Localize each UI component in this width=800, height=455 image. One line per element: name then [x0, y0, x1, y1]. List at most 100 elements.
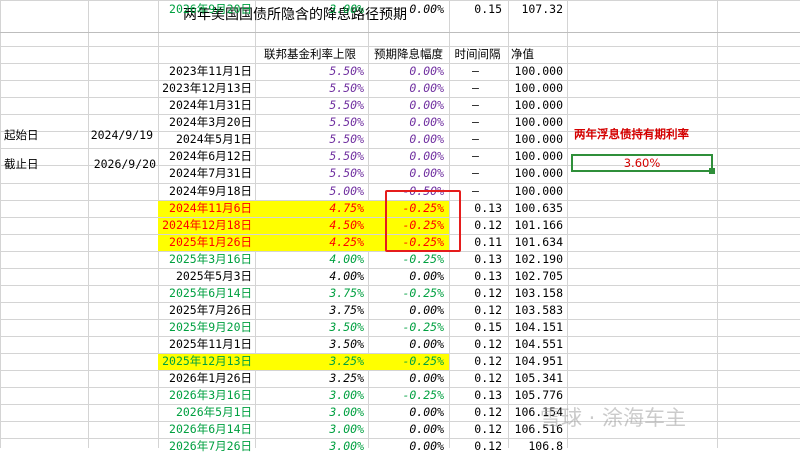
interval-cell[interactable]: 0.13	[449, 386, 502, 404]
nav-cell[interactable]: 100.000	[508, 79, 563, 97]
expected-cut-cell[interactable]: 0.00%	[368, 301, 444, 319]
nav-cell[interactable]: 103.583	[508, 301, 563, 319]
fed-rate-cell[interactable]: 5.50%	[255, 130, 364, 148]
interval-cell[interactable]: –	[449, 164, 502, 182]
interval-cell[interactable]: 0.12	[449, 369, 502, 387]
fed-rate-cell[interactable]: 5.50%	[255, 62, 364, 80]
fed-rate-cell[interactable]: 3.75%	[255, 301, 364, 319]
interval-cell[interactable]: 0.12	[449, 284, 502, 302]
date-cell[interactable]: 2025年5月3日	[158, 267, 252, 285]
expected-cut-cell[interactable]: 0.00%	[368, 164, 444, 182]
nav-cell[interactable]: 106.8	[508, 437, 563, 455]
fed-rate-cell[interactable]: 5.50%	[255, 147, 364, 165]
date-cell[interactable]: 2026年9月20日	[158, 0, 252, 18]
fed-rate-cell[interactable]: 4.75%	[255, 199, 364, 217]
nav-cell[interactable]: 100.000	[508, 96, 563, 114]
date-cell[interactable]: 2025年7月26日	[158, 301, 252, 319]
start-label[interactable]: 起始日	[4, 126, 88, 144]
expected-cut-cell[interactable]: 0.00%	[368, 62, 444, 80]
nav-cell[interactable]: 100.000	[508, 164, 563, 182]
nav-cell[interactable]: 100.000	[508, 147, 563, 165]
expected-cut-cell[interactable]: 0.00%	[368, 0, 444, 18]
interval-cell[interactable]: 0.12	[449, 301, 502, 319]
fed-rate-cell[interactable]: 3.00%	[255, 386, 364, 404]
fed-rate-cell[interactable]: 5.00%	[255, 182, 364, 200]
interval-cell[interactable]: 0.12	[449, 403, 502, 421]
expected-cut-cell[interactable]: 0.00%	[368, 369, 444, 387]
nav-cell[interactable]: 104.151	[508, 318, 563, 336]
expected-cut-cell[interactable]: -0.25%	[368, 352, 444, 370]
date-cell[interactable]: 2025年1月26日	[158, 233, 252, 251]
date-cell[interactable]: 2025年6月14日	[158, 284, 252, 302]
date-cell[interactable]: 2025年11月1日	[158, 335, 252, 353]
fed-rate-cell[interactable]: 5.50%	[255, 96, 364, 114]
fed-rate-cell[interactable]: 4.50%	[255, 216, 364, 234]
nav-cell[interactable]: 103.158	[508, 284, 563, 302]
fed-rate-cell[interactable]: 3.75%	[255, 284, 364, 302]
nav-cell[interactable]: 100.000	[508, 130, 563, 148]
date-cell[interactable]: 2024年1月31日	[158, 96, 252, 114]
interval-cell[interactable]: 0.12	[449, 352, 502, 370]
date-cell[interactable]: 2024年12月18日	[158, 216, 252, 234]
fed-rate-cell[interactable]: 4.25%	[255, 233, 364, 251]
fed-rate-cell[interactable]: 3.00%	[255, 403, 364, 421]
date-cell[interactable]: 2023年11月1日	[158, 62, 252, 80]
nav-cell[interactable]: 100.635	[508, 199, 563, 217]
expected-cut-cell[interactable]: 0.00%	[368, 437, 444, 455]
interval-cell[interactable]: –	[449, 62, 502, 80]
date-cell[interactable]: 2026年3月16日	[158, 386, 252, 404]
nav-cell[interactable]: 101.166	[508, 216, 563, 234]
fed-rate-cell[interactable]: 3.00%	[255, 420, 364, 438]
expected-cut-cell[interactable]: -0.25%	[368, 318, 444, 336]
expected-cut-cell[interactable]: 0.00%	[368, 96, 444, 114]
date-cell[interactable]: 2024年6月12日	[158, 147, 252, 165]
fed-rate-cell[interactable]: 5.50%	[255, 79, 364, 97]
date-cell[interactable]: 2024年3月20日	[158, 113, 252, 131]
interval-cell[interactable]: 0.13	[449, 267, 502, 285]
date-cell[interactable]: 2025年3月16日	[158, 250, 252, 268]
interval-cell[interactable]: –	[449, 96, 502, 114]
floating-bond-rate-value[interactable]: 3.60%	[571, 154, 713, 172]
floating-bond-rate-label[interactable]: 两年浮息债持有期利率	[574, 125, 774, 143]
date-cell[interactable]: 2026年7月26日	[158, 437, 252, 455]
header-expected-cut[interactable]: 预期降息幅度	[368, 45, 449, 63]
interval-cell[interactable]: –	[449, 79, 502, 97]
nav-cell[interactable]: 100.000	[508, 113, 563, 131]
expected-cut-cell[interactable]: 0.00%	[368, 403, 444, 421]
nav-cell[interactable]: 105.341	[508, 369, 563, 387]
fed-rate-cell[interactable]: 3.25%	[255, 369, 364, 387]
nav-cell[interactable]: 107.32	[508, 0, 563, 18]
fed-rate-cell[interactable]: 3.50%	[255, 318, 364, 336]
date-cell[interactable]: 2024年9月18日	[158, 182, 252, 200]
expected-cut-cell[interactable]: 0.00%	[368, 147, 444, 165]
fed-rate-cell[interactable]: 3.25%	[255, 352, 364, 370]
expected-cut-cell[interactable]: 0.00%	[368, 79, 444, 97]
nav-cell[interactable]: 102.705	[508, 267, 563, 285]
date-cell[interactable]: 2026年5月1日	[158, 403, 252, 421]
start-date[interactable]: 2024/9/19	[89, 126, 153, 144]
end-label[interactable]: 截止日	[4, 155, 88, 173]
nav-cell[interactable]: 104.951	[508, 352, 563, 370]
interval-cell[interactable]: 0.13	[449, 250, 502, 268]
expected-cut-cell[interactable]: 0.00%	[368, 267, 444, 285]
date-cell[interactable]: 2026年1月26日	[158, 369, 252, 387]
interval-cell[interactable]: –	[449, 113, 502, 131]
header-nav[interactable]: 净值	[511, 45, 566, 63]
date-cell[interactable]: 2024年11月6日	[158, 199, 252, 217]
interval-cell[interactable]: 0.15	[449, 0, 502, 18]
fed-rate-cell[interactable]: 3.50%	[255, 335, 364, 353]
expected-cut-cell[interactable]: 0.00%	[368, 335, 444, 353]
interval-cell[interactable]: 0.12	[449, 437, 502, 455]
expected-cut-cell[interactable]: 0.00%	[368, 420, 444, 438]
fed-rate-cell[interactable]: 5.50%	[255, 113, 364, 131]
expected-cut-cell[interactable]: 0.00%	[368, 130, 444, 148]
date-cell[interactable]: 2024年5月1日	[158, 130, 252, 148]
interval-cell[interactable]: 0.15	[449, 318, 502, 336]
nav-cell[interactable]: 102.190	[508, 250, 563, 268]
interval-cell[interactable]: –	[449, 130, 502, 148]
fed-rate-cell[interactable]: 4.00%	[255, 267, 364, 285]
nav-cell[interactable]: 101.634	[508, 233, 563, 251]
nav-cell[interactable]: 100.000	[508, 182, 563, 200]
interval-cell[interactable]: 0.12	[449, 420, 502, 438]
interval-cell[interactable]: –	[449, 147, 502, 165]
